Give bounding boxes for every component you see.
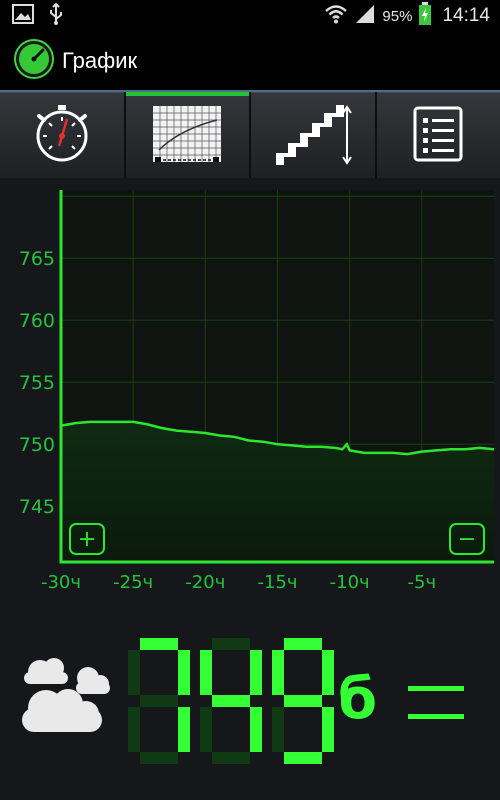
y-tick-label: 755 [19,372,55,394]
digit-segment [250,650,262,695]
y-tick-label: 750 [19,434,55,456]
digit-segment [284,752,322,764]
digit [272,638,334,764]
digit-segment [140,695,178,707]
tab-bar [0,92,500,178]
digit-segment [212,752,250,764]
digit-segment [322,707,334,752]
digit-segment [128,650,140,695]
tab-altimeter[interactable] [251,92,375,178]
pressure-unit: б [338,667,378,732]
gallery-notification-icon [12,4,34,28]
battery-percent: 95% [382,7,413,25]
stairs-arrow-icon [273,102,353,170]
digit-segment [272,707,284,752]
x-tick-label: -10ч [330,572,370,593]
action-bar: График [0,32,500,90]
clock: 14:14 [442,5,490,26]
digit-segment [200,650,212,695]
x-tick-label: -5ч [408,572,437,593]
digit [128,638,190,764]
digit-segment [272,650,284,695]
gauge-icon [27,102,97,170]
x-tick-label: -25ч [113,572,153,593]
graph-icon [149,102,225,170]
digit-segment [322,650,334,695]
x-tick-label: -30ч [41,572,81,593]
y-tick-label: 760 [19,310,55,332]
list-icon [412,105,464,167]
status-bar: 95% 14:14 [0,0,500,32]
digit-segment [140,638,178,650]
steady-trend-icon [408,684,464,728]
cloudy-icon [10,650,114,738]
digit-segment [250,707,262,752]
wifi-icon [324,4,348,28]
usb-icon [48,2,64,29]
digit-segment [128,707,140,752]
digit-segment [178,650,190,695]
tab-log[interactable] [376,92,500,178]
signal-icon [354,4,376,28]
digit-segment [284,638,322,650]
zoom-out-label: − [458,527,476,552]
y-tick-label: 765 [19,248,55,270]
y-tick-label: 745 [19,496,55,518]
digit-segment [200,707,212,752]
gauge-icon[interactable] [14,39,54,83]
battery-charging-icon [418,2,432,30]
zoom-in-label: + [78,527,96,552]
readout-panel: б [0,610,500,800]
digit-segment [212,695,250,707]
page-title: График [62,48,138,73]
digit-segment [178,707,190,752]
x-tick-label: -20ч [185,572,225,593]
pressure-value-display [128,638,334,764]
pressure-chart[interactable]: 745750755760765 -30ч -25ч -20ч -15ч -10ч -5ч … [0,178,500,598]
tab-barometer[interactable] [0,92,124,178]
tab-graph[interactable] [125,92,249,178]
digit-segment [212,638,250,650]
digit [200,638,262,764]
x-tick-label: -15ч [257,572,297,593]
digit-segment [284,695,322,707]
digit-segment [140,752,178,764]
